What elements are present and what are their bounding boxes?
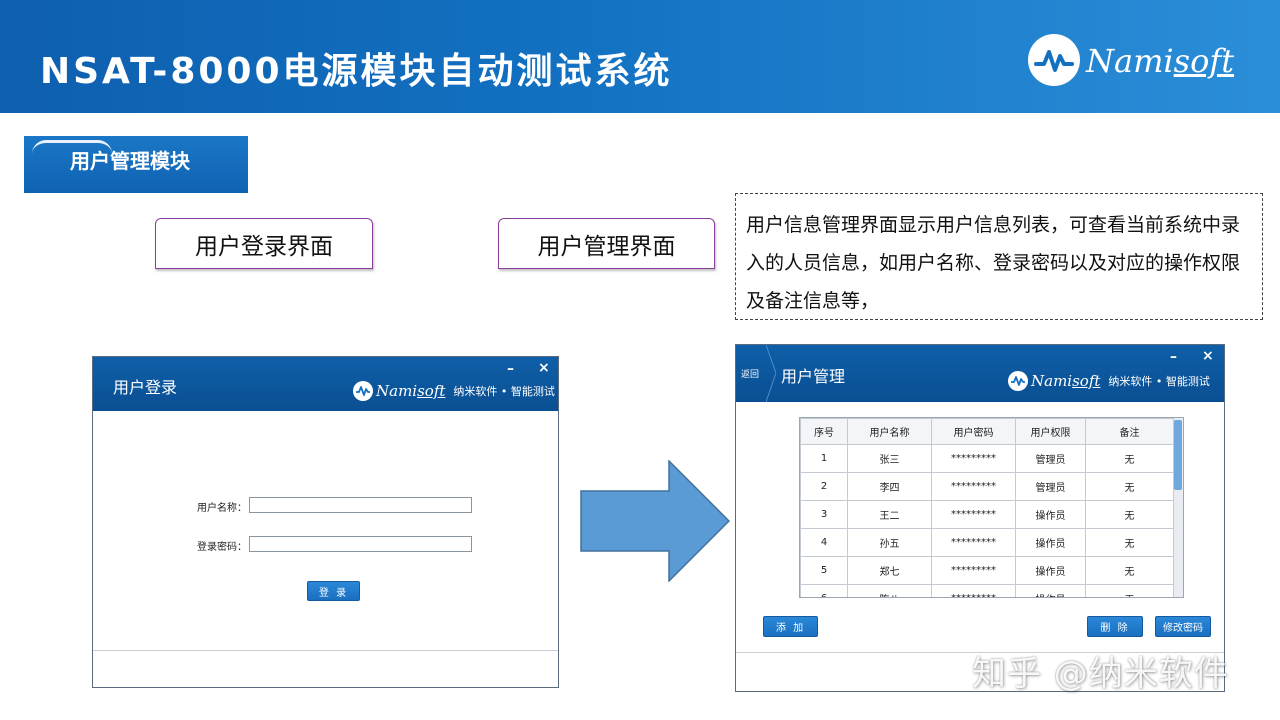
table-cell: 无 <box>1085 444 1174 473</box>
table-row[interactable]: 1 张三 ********* 管理员 无 <box>800 444 1174 473</box>
back-chevron-icon <box>766 345 776 402</box>
table-cell: ********* <box>931 528 1016 557</box>
table-row[interactable]: 6 陈八 ********* 操作员 无 <box>800 584 1174 597</box>
add-user-button[interactable]: 添 加 <box>763 616 818 637</box>
minimize-button[interactable]: – <box>1170 349 1177 365</box>
table-cell: ********* <box>931 500 1016 529</box>
table-cell: 无 <box>1085 472 1174 501</box>
brand-tagline: 纳米软件 • 智能测试 <box>1108 375 1210 388</box>
scrollbar-thumb[interactable] <box>1174 420 1182 490</box>
column-header[interactable]: 备注 <box>1085 418 1174 445</box>
login-window: 用户登录 – × Namisoft 纳米软件 • 智能测试 用户名称： 登录密码… <box>92 356 559 688</box>
table-cell: 李四 <box>847 472 932 501</box>
column-header[interactable]: 序号 <box>800 418 848 445</box>
back-button[interactable]: 返回 <box>736 345 766 402</box>
table-header-row: 序号 用户名称 用户密码 用户权限 备注 <box>800 418 1174 445</box>
table-scrollbar[interactable] <box>1173 418 1183 597</box>
table-cell: 无 <box>1085 556 1174 585</box>
table-cell: 无 <box>1085 500 1174 529</box>
table-cell: 5 <box>800 556 848 585</box>
table-cell: 管理员 <box>1015 472 1086 501</box>
table-cell: 4 <box>800 528 848 557</box>
table-cell: 无 <box>1085 584 1174 597</box>
change-password-button[interactable]: 修改密码 <box>1155 616 1211 637</box>
login-brand: Namisoft 纳米软件 • 智能测试 <box>353 379 555 403</box>
status-divider <box>93 650 558 651</box>
close-button[interactable]: × <box>538 360 550 376</box>
table-cell: ********* <box>931 556 1016 585</box>
namisoft-logo-icon <box>1028 34 1080 86</box>
namisoft-logo-icon <box>1008 371 1028 391</box>
table-cell: 张三 <box>847 444 932 473</box>
manage-brand: Namisoft 纳米软件 • 智能测试 <box>1008 369 1210 393</box>
table-cell: 郑七 <box>847 556 932 585</box>
manage-window-title: 用户管理 <box>781 367 846 386</box>
table-cell: 无 <box>1085 528 1174 557</box>
close-button[interactable]: × <box>1202 348 1214 364</box>
column-header[interactable]: 用户名称 <box>847 418 932 445</box>
table-cell: 3 <box>800 500 848 529</box>
table-cell: 操作员 <box>1015 528 1086 557</box>
table-cell: 2 <box>800 472 848 501</box>
username-label: 用户名称： <box>197 503 247 514</box>
brand-name: Namisoft <box>1031 372 1101 390</box>
brand-logo: Namisoft <box>1028 34 1234 90</box>
delete-user-button[interactable]: 删 除 <box>1087 616 1143 637</box>
table-cell: 6 <box>800 584 848 597</box>
slide: NSAT-8000电源模块自动测试系统 Namisoft 用户管理模块 用户登录… <box>0 0 1280 720</box>
table-cell: 陈八 <box>847 584 932 597</box>
manage-screen-label: 用户管理界面 <box>498 218 715 269</box>
brand-name: Namisoft <box>376 382 446 400</box>
table-row[interactable]: 4 孙五 ********* 操作员 无 <box>800 528 1174 557</box>
brand-name: Namisoft <box>1086 42 1235 80</box>
table-cell: ********* <box>931 584 1016 597</box>
table-cell: ********* <box>931 472 1016 501</box>
table-cell: ********* <box>931 444 1016 473</box>
login-window-title: 用户登录 <box>113 378 178 397</box>
table-row[interactable]: 3 王二 ********* 操作员 无 <box>800 500 1174 529</box>
table-cell: 操作员 <box>1015 584 1086 597</box>
brand-tagline: 纳米软件 • 智能测试 <box>453 385 555 398</box>
section-tag: 用户管理模块 <box>24 136 248 193</box>
watermark: 知乎 @纳米软件 <box>972 654 1229 694</box>
header-banner: NSAT-8000电源模块自动测试系统 Namisoft <box>0 0 1280 113</box>
column-header[interactable]: 用户密码 <box>931 418 1016 445</box>
user-table: 序号 用户名称 用户密码 用户权限 备注 1 张三 ********* 管理员 … <box>799 417 1184 598</box>
table-cell: 操作员 <box>1015 556 1086 585</box>
column-header[interactable]: 用户权限 <box>1015 418 1086 445</box>
username-input[interactable] <box>249 497 472 513</box>
password-label: 登录密码： <box>197 542 247 553</box>
table-row[interactable]: 2 李四 ********* 管理员 无 <box>800 472 1174 501</box>
table-cell: 操作员 <box>1015 500 1086 529</box>
password-input[interactable] <box>249 536 472 552</box>
table-cell: 孙五 <box>847 528 932 557</box>
table-row[interactable]: 5 郑七 ********* 操作员 无 <box>800 556 1174 585</box>
description-box: 用户信息管理界面显示用户信息列表，可查看当前系统中录入的人员信息，如用户名称、登… <box>735 193 1263 320</box>
table-cell: 王二 <box>847 500 932 529</box>
user-management-window: 返回 用户管理 – × Namisoft 纳米软件 • 智能测试 序号 用户名称… <box>735 344 1225 692</box>
namisoft-logo-icon <box>353 381 373 401</box>
table-cell: 管理员 <box>1015 444 1086 473</box>
page-title: NSAT-8000电源模块自动测试系统 <box>40 51 673 92</box>
minimize-button[interactable]: – <box>507 361 514 377</box>
login-screen-label: 用户登录界面 <box>155 218 373 269</box>
section-label: 用户管理模块 <box>70 149 190 173</box>
right-arrow-icon <box>580 460 730 582</box>
table-cell: 1 <box>800 444 848 473</box>
login-button[interactable]: 登 录 <box>307 581 360 601</box>
